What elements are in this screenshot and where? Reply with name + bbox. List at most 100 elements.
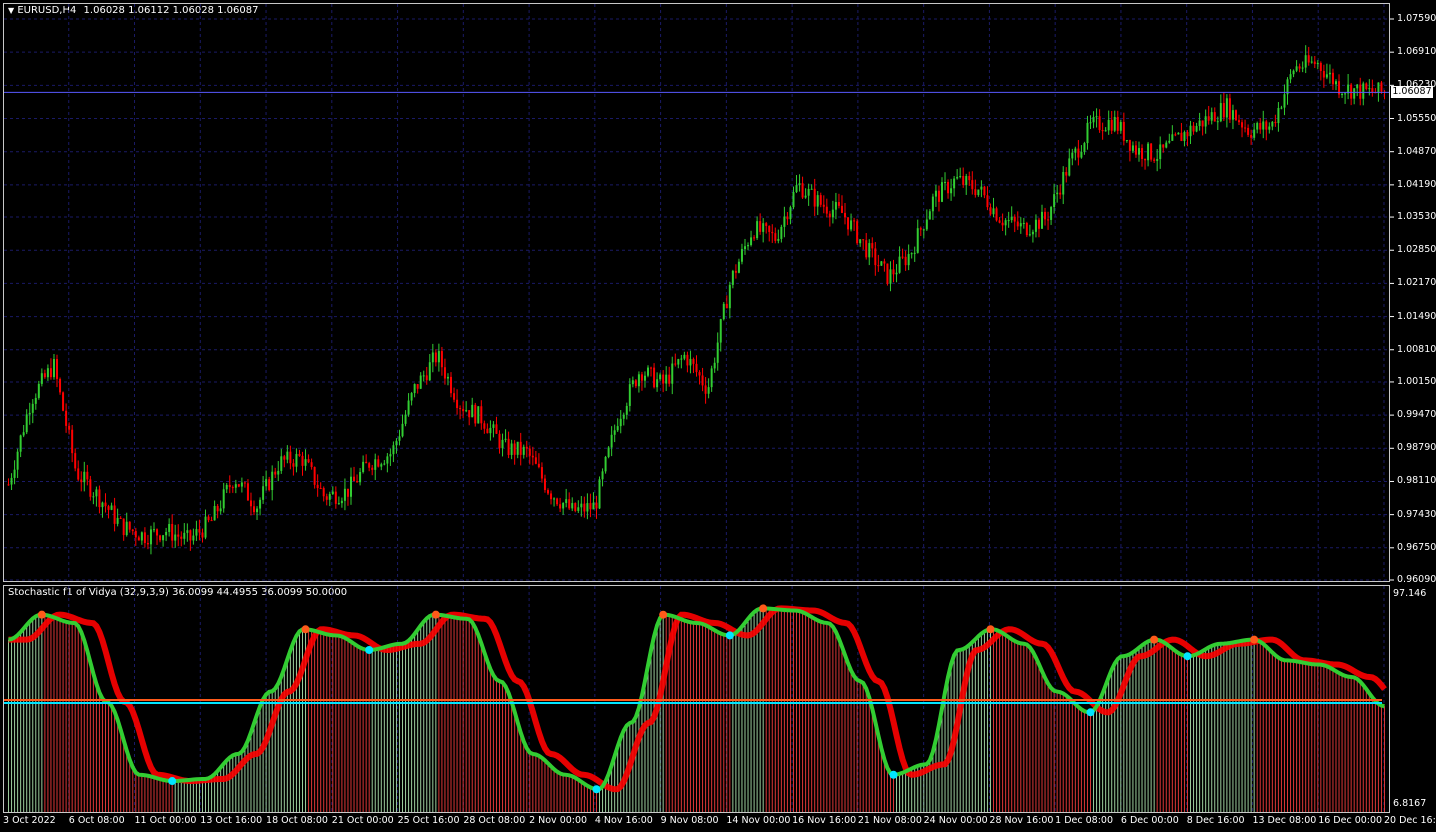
candle-body xyxy=(674,363,677,365)
candle-body xyxy=(762,223,765,232)
candle-body xyxy=(1319,62,1322,72)
candle-body xyxy=(1341,94,1344,96)
candle-body xyxy=(1268,126,1271,130)
candle-body xyxy=(231,487,234,489)
candle-body xyxy=(1153,159,1156,161)
candle-body xyxy=(650,367,653,369)
candle-body xyxy=(492,424,495,428)
candle-body xyxy=(1174,134,1177,136)
candle-body xyxy=(904,256,907,266)
candle-body xyxy=(634,380,637,387)
candle-body xyxy=(65,410,68,426)
candle-body xyxy=(1256,123,1259,130)
candle-body xyxy=(119,517,122,519)
candle-body xyxy=(816,195,819,207)
candle-body xyxy=(1134,145,1137,155)
candle-body xyxy=(1201,120,1204,127)
candle-body xyxy=(1274,121,1277,124)
candle-body xyxy=(883,261,886,264)
candle-body xyxy=(659,374,662,380)
candle-body xyxy=(937,190,940,202)
candle-body xyxy=(1095,116,1098,118)
candle-body xyxy=(862,239,865,241)
candle-body xyxy=(346,488,349,497)
candle-body xyxy=(340,500,343,504)
candle-body xyxy=(49,368,52,378)
candle-body xyxy=(156,529,159,536)
candle-body xyxy=(565,499,568,503)
candle-body xyxy=(268,479,271,491)
candle-body xyxy=(804,195,807,198)
candle-body xyxy=(149,529,152,545)
candle-body xyxy=(207,516,210,521)
time-tick-label: 3 Oct 2022 xyxy=(3,815,56,826)
candle-body xyxy=(986,195,989,208)
candle-body xyxy=(1062,172,1065,195)
candle-body xyxy=(319,488,322,490)
candle-body xyxy=(953,178,956,189)
candle-body xyxy=(543,478,546,491)
time-tick-label: 16 Nov 16:00 xyxy=(792,815,857,826)
candle-body xyxy=(522,446,525,455)
candle-body xyxy=(777,238,780,241)
candle-body xyxy=(574,503,577,511)
candle-body xyxy=(104,502,107,507)
candle-body xyxy=(450,376,453,394)
buy-signal-dot xyxy=(889,770,898,779)
candle-body xyxy=(1010,216,1013,221)
price-chart-canvas xyxy=(4,4,1394,812)
candle-body xyxy=(1156,159,1159,161)
candle-body xyxy=(771,231,774,234)
candle-body xyxy=(110,505,113,510)
candle-body xyxy=(1377,82,1380,94)
candle-body xyxy=(174,534,177,541)
candle-body xyxy=(1150,143,1153,160)
indicator-axis-bottom: 6.8167 xyxy=(1393,798,1427,809)
candle-body xyxy=(1368,88,1371,90)
candle-body xyxy=(540,467,543,479)
candle-body xyxy=(1044,211,1047,220)
candle-body xyxy=(453,393,456,400)
candle-body xyxy=(416,384,419,389)
candle-body xyxy=(768,225,771,232)
candle-body xyxy=(459,407,462,410)
candle-body xyxy=(1080,151,1083,158)
candle-body xyxy=(368,463,371,468)
candle-body xyxy=(868,243,871,258)
candle-body xyxy=(695,363,698,373)
sell-signal-dot xyxy=(659,610,668,619)
candle-body xyxy=(410,393,413,401)
candle-body xyxy=(1056,192,1059,195)
candle-body xyxy=(583,503,586,512)
candle-body xyxy=(216,506,219,512)
candle-body xyxy=(704,385,707,394)
candle-body xyxy=(610,434,613,448)
price-tick-label: 1.04870 xyxy=(1397,145,1436,157)
candle-body xyxy=(1277,107,1280,124)
candle-body xyxy=(1350,84,1353,99)
candle-body xyxy=(737,261,740,273)
candle-body xyxy=(1316,62,1319,65)
candle-body xyxy=(1168,140,1171,143)
candle-body xyxy=(489,427,492,434)
candle-body xyxy=(56,359,59,379)
candle-body xyxy=(910,253,913,255)
candle-body xyxy=(1262,121,1265,130)
candle-body xyxy=(531,455,534,458)
time-tick-label: 21 Nov 08:00 xyxy=(857,815,922,826)
price-tick-label: 1.04190 xyxy=(1397,178,1436,190)
candle-body xyxy=(847,217,850,230)
candle-body xyxy=(1359,84,1362,99)
candle-body xyxy=(556,498,559,505)
candle-body xyxy=(501,439,504,449)
candle-body xyxy=(871,243,874,249)
candle-body xyxy=(974,189,977,196)
time-tick-label: 28 Nov 16:00 xyxy=(989,815,1054,826)
candle-body xyxy=(222,489,225,509)
candle-body xyxy=(289,451,292,464)
candle-body xyxy=(322,488,325,497)
candle-body xyxy=(631,380,634,385)
candle-body xyxy=(1053,194,1056,208)
candle-body xyxy=(1137,148,1140,155)
candle-body xyxy=(262,486,265,500)
